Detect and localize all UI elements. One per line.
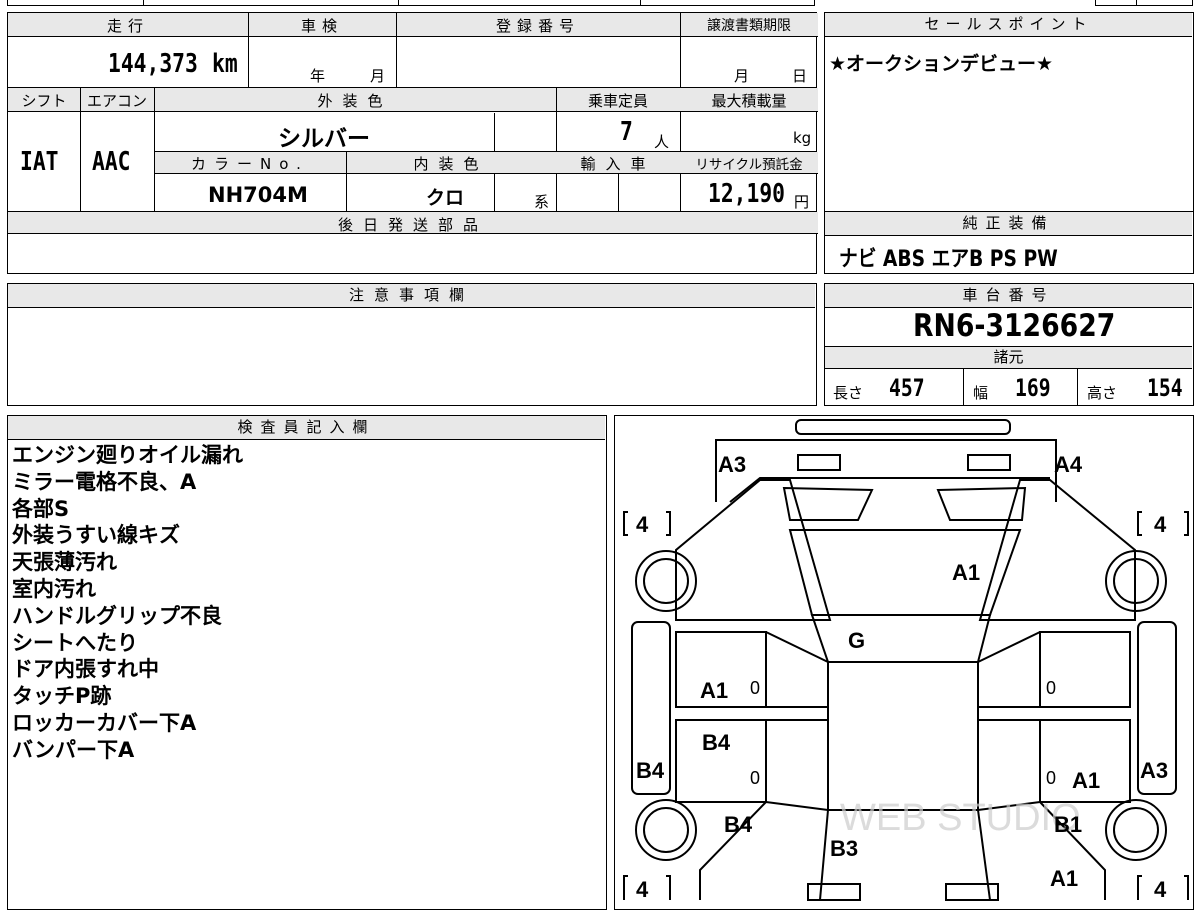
notes-section: 注意事項欄 xyxy=(7,283,817,406)
spec-label: 諸元 xyxy=(825,346,1192,369)
interior-label: 内装色 xyxy=(413,155,489,173)
equipment-box: 純正装備 ナビ ABS エアB PS PW xyxy=(824,211,1194,274)
recycle-label: リサイクル預託金 xyxy=(695,157,803,173)
mileage-label: 走行 xyxy=(106,17,149,35)
inspector-note: ミラー電格不良、A xyxy=(12,469,197,494)
inspector-note: 外装うすい線キズ xyxy=(12,523,180,548)
inspector-note: ロッカーカバー下A xyxy=(12,710,197,735)
width-value: 169 xyxy=(1015,374,1051,402)
width-label: 幅 xyxy=(973,384,989,402)
inspection-label: 車検 xyxy=(300,17,343,35)
color-no-label: カラーNo. xyxy=(191,155,309,173)
notes-label: 注意事項欄 xyxy=(8,284,815,308)
tire-front-left: 4 xyxy=(636,512,649,537)
color-no-value: NH704M xyxy=(208,183,308,207)
door-zero: 0 xyxy=(750,678,760,698)
sales-point-text: ★オークションデビュー★ xyxy=(829,53,1054,75)
capacity-value: 7 xyxy=(620,117,633,147)
inspector-note: 天張薄汚れ xyxy=(12,550,117,575)
recycle-value: 12,190 xyxy=(708,179,786,209)
transfer-month: 月 xyxy=(734,67,750,85)
inspector-note: タッチP跡 xyxy=(12,684,112,709)
capacity-label: 乗車定員 xyxy=(587,92,648,110)
top-strip-right xyxy=(1095,0,1193,6)
mark-right-quarter: B1 xyxy=(1054,812,1082,837)
ac-value: AAC xyxy=(92,147,131,177)
inspector-note: ハンドルグリップ不良 xyxy=(12,603,222,628)
height-label: 高さ xyxy=(1087,384,1118,402)
import-label: 輸入車 xyxy=(580,155,656,173)
mark-rear-left-door: B4 xyxy=(702,730,731,755)
shift-value: IAT xyxy=(20,147,59,177)
inspector-notes: エンジン廻りオイル漏れ ミラー電格不良、A 各部S 外装うすい線キズ 天張薄汚れ… xyxy=(12,442,243,764)
tire-front-right: 4 xyxy=(1154,512,1167,537)
mark-front-right: A4 xyxy=(1054,452,1083,477)
chassis-value: RN6-3126627 xyxy=(913,308,1116,344)
spec-table: 走行 車検 登録番号 譲渡書類期限 144,373 km 年 月 月 日 シフト… xyxy=(7,12,818,274)
mark-rear-right-corner: A1 xyxy=(1050,866,1078,891)
inspector-label: 検査員記入欄 xyxy=(8,416,605,440)
mark-windshield: G xyxy=(848,628,865,653)
mark-rear-right-door: A1 xyxy=(1072,768,1100,793)
inspector-note: ドア内張すれ中 xyxy=(12,657,159,682)
mark-hood: A1 xyxy=(952,560,980,585)
mark-front-left-door: A1 xyxy=(700,678,728,703)
transfer-label: 譲渡書類期限 xyxy=(707,18,791,34)
length-label: 長さ xyxy=(833,384,864,402)
load-unit: kg xyxy=(793,129,812,147)
load-label: 最大積載量 xyxy=(711,92,787,110)
inspector-note: 各部S xyxy=(12,496,70,521)
interior-suffix: 系 xyxy=(534,193,550,211)
mark-right-rear-side: A3 xyxy=(1140,758,1168,783)
car-diagram: WEB STUDIO A3 A4 A1 G A1 B4 B4 A3 A1 B4 … xyxy=(622,418,1189,902)
door-zero: 0 xyxy=(1046,768,1056,788)
tire-rear-left: 4 xyxy=(636,877,649,902)
later-parts-label: 後日発送部品 xyxy=(337,216,488,234)
mark-rear-center: B3 xyxy=(830,836,858,861)
tire-rear-right: 4 xyxy=(1154,877,1167,902)
chassis-label: 車台番号 xyxy=(825,284,1192,308)
shift-label: シフト xyxy=(21,92,67,110)
exterior-value: シルバー xyxy=(278,126,370,152)
inspector-note: バンパー下A xyxy=(12,737,135,762)
mileage-unit: km xyxy=(212,49,238,79)
reg-number-label: 登録番号 xyxy=(495,17,580,35)
equipment-value: ナビ ABS エアB PS PW xyxy=(839,247,1058,272)
top-strip xyxy=(7,0,815,6)
height-value: 154 xyxy=(1147,374,1183,402)
transfer-day: 日 xyxy=(792,67,808,85)
inspection-month: 月 xyxy=(370,67,386,85)
capacity-unit: 人 xyxy=(654,133,670,151)
inspector-note: シートへたり xyxy=(12,630,138,655)
mark-front-left: A3 xyxy=(718,452,746,477)
sales-point-box: セールスポイント ★オークションデビュー★ xyxy=(824,12,1194,212)
ac-label: エアコン xyxy=(86,92,147,110)
equipment-label: 純正装備 xyxy=(825,212,1192,236)
inspector-note: 室内汚れ xyxy=(12,576,96,601)
mark-left-quarter: B4 xyxy=(724,812,753,837)
door-zero: 0 xyxy=(1046,678,1056,698)
mark-left-rear-side: B4 xyxy=(636,758,665,783)
recycle-unit: 円 xyxy=(794,193,810,211)
mileage-value: 144,373 xyxy=(108,49,198,79)
door-zero: 0 xyxy=(750,768,760,788)
inspection-year: 年 xyxy=(310,67,326,85)
chassis-box: 車台番号 RN6-3126627 諸元 長さ 457 幅 169 高さ 154 xyxy=(824,283,1194,406)
length-value: 457 xyxy=(889,374,925,402)
inspector-box: 検査員記入欄 エンジン廻りオイル漏れ ミラー電格不良、A 各部S 外装うすい線キ… xyxy=(7,415,607,910)
car-diagram-box: WEB STUDIO A3 A4 A1 G A1 B4 B4 A3 A1 B4 … xyxy=(614,415,1194,910)
exterior-label: 外装色 xyxy=(317,92,393,110)
sales-point-label: セールスポイント xyxy=(825,13,1192,37)
interior-value: クロ xyxy=(426,187,465,209)
watermark: WEB STUDIO xyxy=(840,797,1081,839)
inspector-note: エンジン廻りオイル漏れ xyxy=(12,443,243,467)
